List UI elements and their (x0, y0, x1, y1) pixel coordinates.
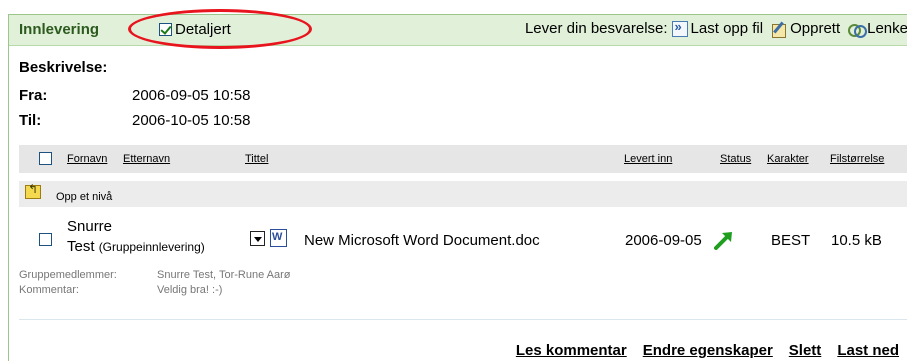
row-title[interactable]: New Microsoft Word Document.doc (304, 232, 540, 249)
row-lastname: Test (Gruppeinnlevering) (67, 238, 205, 255)
divider (19, 319, 907, 320)
row-firstname: Snurre (67, 218, 113, 235)
detailed-checkbox[interactable] (159, 23, 172, 36)
table-header: Fornavn Etternavn Tittel Levert inn Stat… (19, 145, 907, 173)
up-level-label[interactable]: Opp et nivå (56, 191, 112, 203)
create-icon (771, 21, 787, 38)
column-delivered[interactable]: Levert inn (624, 153, 672, 165)
table-row: Snurre Test (Gruppeinnlevering) New Micr… (19, 213, 907, 261)
assignment-panel: Innlevering Detaljert Lever din besvarel… (8, 9, 907, 361)
link-icon (848, 21, 868, 38)
description-label: Beskrivelse: (19, 59, 108, 76)
comment-label: Kommentar: (19, 284, 79, 296)
to-value: 2006-10-05 10:58 (132, 112, 251, 129)
column-title[interactable]: Tittel (245, 153, 268, 165)
column-status[interactable]: Status (720, 153, 751, 165)
link-label: Lenke (867, 20, 907, 37)
link-button[interactable]: Lenke (848, 20, 907, 38)
group-members-value: Snurre Test, Tor-Rune Aarø (157, 269, 291, 281)
bottom-actions: Les kommentar Endre egenskaper Slett Las… (516, 342, 899, 359)
row-checkbox[interactable] (39, 233, 52, 246)
panel-title: Innlevering (19, 21, 100, 38)
select-all-checkbox[interactable] (39, 152, 52, 165)
create-label: Opprett (790, 20, 841, 37)
row-grade: BEST (771, 232, 811, 249)
upload-file-button[interactable]: Last opp fil (671, 19, 764, 37)
deliver-label: Lever din besvarelse: (524, 20, 668, 37)
folder-up-icon (25, 182, 41, 199)
row-delivered: 2006-09-05 (625, 232, 702, 249)
column-filesize[interactable]: Filstørrelse (830, 153, 884, 165)
from-value: 2006-09-05 10:58 (132, 87, 251, 104)
row-filesize: 10.5 kB (831, 232, 882, 249)
create-button[interactable]: Opprett (771, 20, 841, 38)
to-label: Til: (19, 112, 42, 129)
panel-header: Innlevering Detaljert Lever din besvarel… (9, 9, 907, 49)
column-grade[interactable]: Karakter (767, 153, 809, 165)
word-document-icon (270, 229, 287, 247)
row-menu-dropdown-icon[interactable] (250, 231, 265, 246)
column-firstname[interactable]: Fornavn (67, 153, 107, 165)
upload-file-label: Last opp fil (690, 20, 764, 37)
edit-properties-link[interactable]: Endre egenskaper (643, 342, 773, 359)
delete-link[interactable]: Slett (789, 342, 822, 359)
upload-icon (671, 19, 688, 37)
deliver-actions: Lever din besvarelse: Last opp fil Oppre… (524, 19, 907, 38)
group-members-label: Gruppemedlemmer: (19, 269, 117, 281)
column-lastname[interactable]: Etternavn (123, 153, 170, 165)
read-comment-link[interactable]: Les kommentar (516, 342, 627, 359)
comment-value: Veldig bra! :-) (157, 284, 223, 296)
green-arrow-up-right-icon (714, 232, 732, 250)
from-label: Fra: (19, 87, 48, 104)
row-lastname-text: Test (67, 238, 95, 255)
detailed-toggle[interactable]: Detaljert (159, 21, 231, 38)
download-link[interactable]: Last ned (837, 342, 899, 359)
detailed-label: Detaljert (175, 21, 231, 38)
group-submission-note: (Gruppeinnlevering) (98, 240, 205, 254)
up-level-row[interactable]: Opp et nivå (19, 181, 907, 207)
